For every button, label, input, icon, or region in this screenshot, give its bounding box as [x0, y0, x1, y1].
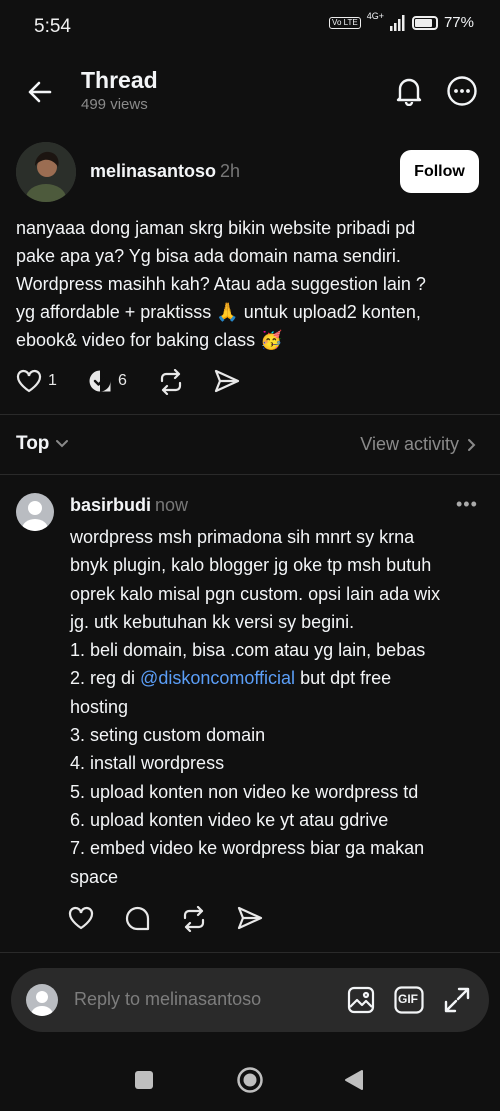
reply-line: 7. embed video ke wordpress biar ga maka… — [70, 838, 425, 859]
notifications-button[interactable] — [390, 72, 428, 110]
post-line: Wordpress masihh kah? Atau ada suggestio… — [16, 274, 426, 294]
reply-count: 6 — [118, 372, 127, 389]
square-icon — [135, 1071, 153, 1089]
reply-comment-button[interactable] — [125, 906, 150, 931]
reply-like-button[interactable] — [68, 906, 94, 930]
reply-line: 6. upload konten video ke yt atau gdrive — [70, 809, 389, 830]
reply-check-icon — [89, 370, 111, 392]
reply-line: jg. utk kebutuhan kk versi sy begini. — [70, 611, 355, 632]
view-activity-link[interactable]: View activity — [360, 434, 476, 455]
reply-author-name[interactable]: basirbudi — [70, 495, 151, 515]
post-author[interactable]: melinasantoso 2h — [90, 161, 240, 182]
like-count: 1 — [48, 372, 57, 389]
replies-button[interactable]: 6 — [88, 369, 127, 393]
reply-composer[interactable]: Reply to melinasantoso GIF — [11, 968, 489, 1032]
follow-button[interactable]: Follow — [400, 150, 479, 193]
expand-button[interactable] — [441, 984, 473, 1016]
circle-icon — [237, 1067, 263, 1093]
author-avatar[interactable] — [16, 142, 76, 202]
reply-body: wordpress msh primadona sih mnrt sy krna… — [70, 523, 490, 891]
sort-label: Top — [16, 433, 50, 454]
back-nav-button[interactable] — [340, 1066, 368, 1094]
signal-icon — [389, 14, 405, 31]
post-time: 2h — [220, 161, 241, 181]
post-line: yg affordable + praktisss 🙏 untuk upload… — [16, 302, 421, 322]
reply-input[interactable]: Reply to melinasantoso — [74, 989, 261, 1010]
like-button[interactable]: 1 — [16, 369, 57, 393]
post-line: ebook& video for baking class 🥳 — [16, 330, 283, 350]
network-type: 4G+ — [366, 10, 384, 21]
reply-line: 5. upload konten non video ke wordpress … — [70, 781, 419, 802]
post-line: nanyaaa dong jaman skrg bikin website pr… — [16, 218, 416, 238]
post-body: nanyaaa dong jaman skrg bikin website pr… — [16, 214, 488, 354]
my-avatar — [26, 984, 58, 1016]
page-title: Thread — [81, 67, 158, 93]
battery-percent: 77% — [443, 14, 474, 31]
recents-button[interactable] — [130, 1066, 158, 1094]
back-arrow-icon — [28, 81, 52, 103]
reply-line: space — [70, 866, 119, 887]
sort-dropdown[interactable]: Top — [16, 433, 69, 455]
status-bar: 5:54 Vo LTE 4G+ 77% — [0, 0, 500, 52]
chevron-right-icon — [468, 438, 476, 451]
expand-icon — [444, 987, 470, 1013]
comment-bubble-icon — [125, 906, 150, 931]
reply-line: 3. seting custom domain — [70, 725, 266, 746]
gif-button[interactable]: GIF — [393, 984, 425, 1016]
divider — [0, 414, 500, 415]
reply-line: wordpress msh primadona sih mnrt sy krna — [70, 527, 415, 547]
reply-line: hosting — [70, 696, 129, 717]
bell-icon — [396, 78, 422, 106]
status-icons: Vo LTE 4G+ 77% — [329, 10, 474, 31]
more-options-button[interactable] — [443, 72, 481, 110]
heart-icon — [68, 906, 94, 930]
reply-repost-button[interactable] — [181, 906, 207, 932]
mention-link[interactable]: @diskoncomofficial — [140, 668, 295, 688]
reply-line-mention: 2. reg di @diskoncomofficial but dpt fre… — [70, 664, 490, 692]
system-nav-bar — [0, 1050, 500, 1111]
status-time: 5:54 — [34, 16, 71, 37]
divider — [0, 952, 500, 953]
share-button[interactable] — [214, 369, 240, 393]
view-count: 499 views — [81, 96, 148, 113]
reply-more-button[interactable]: ••• — [456, 494, 478, 515]
more-circle-icon — [447, 76, 477, 106]
battery-icon — [411, 15, 438, 30]
default-avatar-icon — [22, 501, 48, 531]
reply-avatar[interactable] — [16, 493, 54, 531]
image-icon — [347, 986, 375, 1014]
repost-icon — [160, 369, 182, 395]
post-line: pake apa ya? Yg bisa ada domain nama sen… — [16, 246, 401, 266]
reply-line-end: but dpt free — [295, 668, 392, 689]
reply-author[interactable]: basirbudi now — [70, 495, 188, 516]
heart-icon — [16, 369, 42, 393]
gif-label: GIF — [398, 992, 418, 1006]
back-button[interactable] — [22, 74, 58, 110]
reply-share-button[interactable] — [237, 906, 263, 930]
chevron-down-icon — [56, 440, 69, 448]
reply-line-start: 2. reg di — [70, 668, 141, 689]
repost-icon — [183, 906, 205, 932]
thread-header: Thread 499 views — [0, 60, 500, 130]
default-avatar-icon — [31, 991, 53, 1016]
attach-image-button[interactable] — [345, 984, 377, 1016]
reply-line: 4. install wordpress — [70, 753, 225, 774]
reply-line: bnyk plugin, kalo blogger jg oke tp msh … — [70, 555, 432, 576]
home-button[interactable] — [236, 1066, 264, 1094]
divider — [0, 474, 500, 475]
reply-line: oprek kalo misal pgn custom. opsi lain a… — [70, 583, 441, 604]
send-icon — [237, 906, 263, 930]
reply-line: 1. beli domain, bisa .com atau yg lain, … — [70, 640, 426, 661]
author-name[interactable]: melinasantoso — [90, 161, 216, 181]
volte-icon: Vo LTE — [329, 16, 361, 29]
send-icon — [214, 369, 240, 393]
view-activity-label: View activity — [360, 434, 459, 454]
repost-button[interactable] — [158, 369, 184, 395]
profile-photo-icon — [16, 142, 76, 202]
reply-time: now — [155, 495, 189, 515]
triangle-back-icon — [345, 1070, 363, 1090]
